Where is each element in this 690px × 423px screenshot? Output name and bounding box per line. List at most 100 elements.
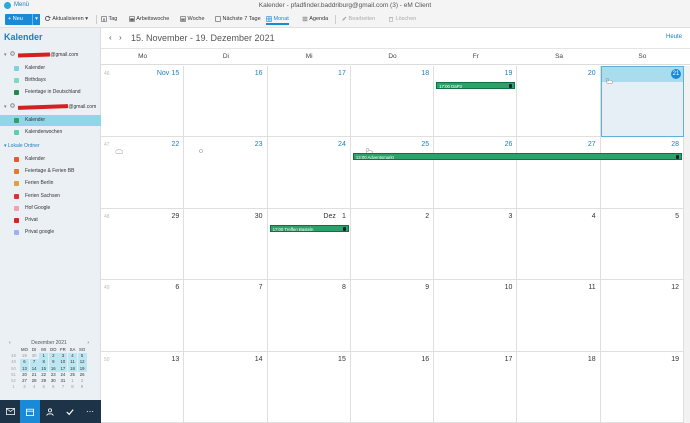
day-cell[interactable]: 18 bbox=[517, 351, 601, 423]
day-cell[interactable]: 1 Dez bbox=[267, 208, 351, 281]
day-cell[interactable]: 19 bbox=[600, 351, 684, 423]
mini-day[interactable]: 5 bbox=[39, 384, 48, 390]
day-number: 22 bbox=[171, 141, 180, 149]
day-cell[interactable]: 7 bbox=[184, 280, 268, 352]
weekday-header: Mo bbox=[138, 53, 148, 60]
view-day-label: Tag bbox=[108, 16, 118, 22]
day-cell[interactable]: 28 bbox=[600, 137, 684, 209]
day-cell[interactable]: 24 bbox=[267, 137, 351, 209]
chevron-down-icon: ▾ bbox=[35, 16, 38, 22]
view-day-button[interactable]: Tag bbox=[101, 14, 117, 25]
refresh-button[interactable]: Aktualisieren ▾ bbox=[44, 14, 88, 25]
nav-mail[interactable] bbox=[0, 400, 20, 423]
chevron-left-icon[interactable]: ‹ bbox=[109, 33, 112, 42]
day-cell[interactable]: 30 bbox=[184, 208, 268, 281]
month-label: Dez bbox=[323, 212, 336, 220]
day-cell[interactable]: 4 bbox=[517, 208, 601, 281]
day-cell[interactable]: 16 bbox=[350, 351, 435, 423]
mini-day[interactable]: 9 bbox=[78, 384, 87, 390]
day-cell[interactable]: 5 bbox=[600, 208, 684, 281]
day-cell[interactable]: 18 bbox=[350, 66, 435, 138]
day-cell[interactable]: 14 bbox=[184, 351, 268, 423]
sidebar-item-local-5[interactable]: Privat bbox=[0, 215, 101, 226]
day-cell[interactable]: 10 bbox=[434, 280, 518, 352]
view-agenda-button[interactable]: Agenda bbox=[302, 14, 328, 25]
day-cell[interactable]: 48 29 bbox=[101, 208, 185, 281]
sidebar-item-local-3[interactable]: Ferien Sachsen bbox=[0, 191, 101, 202]
local-folders-header[interactable]: ▾ Lokale Ordner bbox=[4, 142, 40, 151]
mini-calendar-month: Dezember 2021 bbox=[31, 340, 67, 346]
day-number: 5 bbox=[675, 212, 679, 220]
calendar-header: ‹ › 15. November - 19. Dezember 2021 Heu… bbox=[101, 28, 690, 49]
view-month-button[interactable]: Monat bbox=[266, 14, 289, 25]
sidebar-item-local-2[interactable]: Ferien Berlin bbox=[0, 178, 101, 189]
calendar-event[interactable]: 13:00 Adventsmarkt bbox=[352, 153, 682, 161]
day-number: 9 bbox=[425, 284, 430, 292]
calendar-workweek-icon bbox=[129, 15, 135, 22]
calendar-event[interactable]: 17:00 DaP3 bbox=[436, 82, 516, 89]
view-week-button[interactable]: Woche bbox=[180, 14, 205, 25]
day-cell[interactable]: 49 6 bbox=[101, 280, 185, 352]
day-cell[interactable]: 9 bbox=[350, 280, 435, 352]
day-cell[interactable]: 3 bbox=[434, 208, 518, 281]
nav-contacts[interactable] bbox=[40, 400, 60, 423]
sidebar-item-local-0[interactable]: Kalender bbox=[0, 154, 101, 165]
view-next7-button[interactable]: Nächste 7 Tage bbox=[215, 14, 261, 25]
day-cell[interactable]: 46 15 Nov bbox=[101, 66, 185, 138]
nav-calendar[interactable] bbox=[20, 400, 40, 423]
sidebar-item-kalenderwochen[interactable]: Kalenderwochen bbox=[0, 127, 101, 138]
mini-day[interactable]: 7 bbox=[58, 384, 67, 390]
day-cell[interactable]: 20 bbox=[517, 66, 601, 138]
day-cell[interactable]: 26 bbox=[434, 137, 518, 209]
sidebar-item-local-6[interactable]: Privat google bbox=[0, 227, 101, 238]
day-cell[interactable]: 15 bbox=[267, 351, 351, 423]
day-cell[interactable]: 16 bbox=[184, 66, 268, 138]
today-button[interactable]: Heute bbox=[666, 34, 682, 40]
day-cell[interactable]: 17 bbox=[267, 66, 351, 138]
vertical-scrollbar[interactable] bbox=[684, 66, 690, 423]
account-1[interactable]: ▾ @gmail.com bbox=[4, 51, 78, 60]
day-cell[interactable]: 17 bbox=[434, 351, 518, 423]
day-cell-today[interactable]: 21 bbox=[600, 66, 684, 138]
calendar-event[interactable]: 17:00 Treffen Basteln bbox=[269, 224, 349, 232]
nav-more[interactable]: ⋯ bbox=[80, 400, 100, 423]
mini-day[interactable]: 4 bbox=[30, 384, 39, 390]
chevron-right-icon[interactable]: › bbox=[119, 33, 122, 42]
edit-button[interactable]: Bearbeiten bbox=[341, 14, 375, 25]
sidebar: Kalender ▾ @gmail.com Kalender Birthdays… bbox=[0, 28, 101, 400]
sidebar-item-kalender-1[interactable]: Kalender bbox=[0, 63, 101, 74]
mini-day[interactable]: 8 bbox=[68, 384, 77, 390]
event-label: 13:00 Adventsmarkt bbox=[355, 155, 394, 161]
day-cell[interactable]: 25 bbox=[350, 137, 435, 209]
mini-calendar-grid: MO DI MI DO FR SA SO 48 29 30 1 2 3 4 5 49 6 7 8 9 10 11 12 50 1… bbox=[9, 347, 89, 390]
chevron-right-icon[interactable]: › bbox=[87, 339, 89, 347]
mini-day[interactable]: 6 bbox=[49, 384, 58, 390]
chevron-down-icon[interactable]: ▾ bbox=[4, 143, 7, 149]
weekday-header: Fr bbox=[472, 53, 479, 60]
day-cell[interactable]: 19 bbox=[434, 66, 518, 138]
sidebar-item-local-1[interactable]: Feiertage & Ferien BB bbox=[0, 166, 101, 177]
new-dropdown-button[interactable]: ▾ bbox=[32, 14, 40, 25]
account-2[interactable]: ▾ @gmail.com bbox=[4, 103, 96, 112]
delete-button[interactable]: Löschen bbox=[388, 14, 416, 25]
new-button[interactable]: + Neu bbox=[5, 14, 33, 25]
day-cell[interactable]: 27 bbox=[517, 137, 601, 209]
day-cell[interactable]: 8 bbox=[267, 280, 351, 352]
day-cell[interactable]: 11 bbox=[517, 280, 601, 352]
day-cell[interactable]: 2 bbox=[350, 208, 435, 281]
chevron-left-icon[interactable]: ‹ bbox=[9, 339, 11, 347]
nav-tasks[interactable] bbox=[60, 400, 80, 423]
redacted-email bbox=[18, 52, 51, 58]
view-workweek-button[interactable]: Arbeitswoche bbox=[129, 14, 169, 25]
sidebar-item-kalender-2[interactable]: Kalender bbox=[0, 115, 101, 126]
sidebar-item-birthdays[interactable]: Birthdays bbox=[0, 75, 101, 86]
day-number: 24 bbox=[338, 141, 346, 149]
day-cell[interactable]: 12 bbox=[600, 280, 684, 352]
sidebar-item-feiertage[interactable]: Feiertage in Deutschland bbox=[0, 87, 101, 98]
day-cell[interactable]: 47 22 bbox=[101, 137, 185, 209]
sidebar-item-local-4[interactable]: Hof Google bbox=[0, 203, 101, 214]
day-number: 14 bbox=[254, 355, 263, 363]
day-cell[interactable]: 50 13 bbox=[101, 351, 185, 423]
day-cell[interactable]: 23 bbox=[184, 137, 268, 209]
mini-day[interactable]: 3 bbox=[20, 384, 29, 390]
